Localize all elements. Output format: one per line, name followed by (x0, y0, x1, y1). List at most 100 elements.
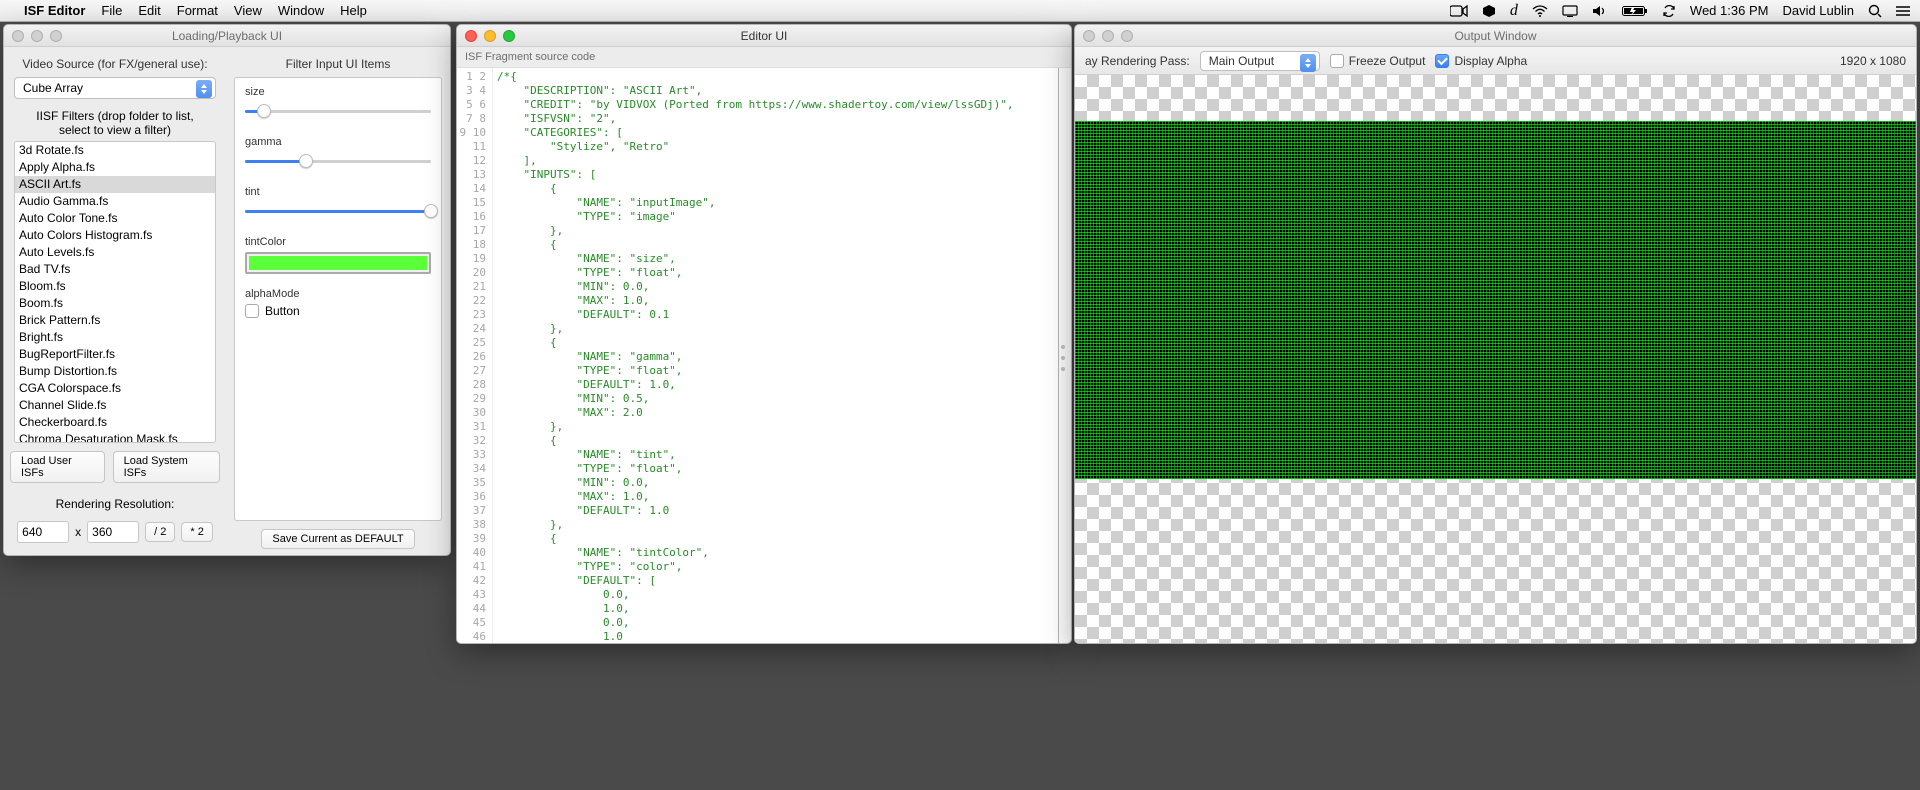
titlebar[interactable]: Output Window (1075, 25, 1916, 47)
filters-caption-1: IISF Filters (drop folder to list, (10, 109, 220, 123)
d-icon[interactable]: d (1510, 2, 1518, 20)
zoom-icon[interactable] (1121, 30, 1133, 42)
filter-list-item[interactable]: Bloom.fs (15, 278, 215, 295)
sync-icon[interactable] (1662, 4, 1676, 18)
filter-list-item[interactable]: Auto Levels.fs (15, 244, 215, 261)
filter-list-item[interactable]: Bump Distortion.fs (15, 363, 215, 380)
filter-list-item[interactable]: CGA Colorspace.fs (15, 380, 215, 397)
param-size-slider[interactable] (245, 102, 431, 122)
res-double-button[interactable]: * 2 (181, 522, 212, 542)
minimize-icon[interactable] (1102, 30, 1114, 42)
param-tintcolor-well[interactable] (245, 252, 431, 274)
video-source-select[interactable]: Cube Array (14, 77, 216, 99)
titlebar[interactable]: Loading/Playback UI (4, 25, 450, 47)
display-alpha-checkbox[interactable] (1435, 54, 1449, 68)
color-swatch (249, 256, 427, 270)
filter-list-item[interactable]: Channel Slide.fs (15, 397, 215, 414)
app-name[interactable]: ISF Editor (24, 3, 85, 18)
filter-list-item[interactable]: ASCII Art.fs (15, 176, 215, 193)
zoom-icon[interactable] (503, 30, 515, 42)
filters-caption: IISF Filters (drop folder to list, selec… (10, 109, 220, 137)
filter-list-item[interactable]: Brick Pattern.fs (15, 312, 215, 329)
filter-list[interactable]: 3d Rotate.fsApply Alpha.fsASCII Art.fsAu… (14, 141, 216, 443)
wifi-icon[interactable] (1532, 5, 1548, 17)
menubar: ISF Editor File Edit Format View Window … (0, 0, 1920, 22)
menu-window[interactable]: Window (278, 3, 324, 18)
menu-edit[interactable]: Edit (138, 3, 160, 18)
output-window: Output Window ay Rendering Pass: Main Ou… (1074, 24, 1917, 644)
loading-playback-window: Loading/Playback UI Video Source (for FX… (3, 24, 451, 556)
load-user-isfs-button[interactable]: Load User ISFs (10, 451, 105, 483)
filter-list-item[interactable]: BugReportFilter.fs (15, 346, 215, 363)
filter-list-item[interactable]: 3d Rotate.fs (15, 142, 215, 159)
volume-icon[interactable] (1592, 5, 1608, 17)
window-title: Loading/Playback UI (4, 29, 450, 43)
output-view (1075, 75, 1916, 643)
display-icon[interactable] (1562, 5, 1578, 17)
param-gamma-slider[interactable] (245, 152, 431, 172)
output-dimensions: 1920 x 1080 (1840, 54, 1906, 68)
window-title: Output Window (1075, 29, 1916, 43)
param-alphamode-checkbox[interactable] (245, 304, 259, 318)
param-alphamode-button-label: Button (265, 304, 300, 318)
filter-list-item[interactable]: Bright.fs (15, 329, 215, 346)
clock[interactable]: Wed 1:36 PM (1690, 3, 1769, 18)
close-icon[interactable] (465, 30, 477, 42)
res-height-input[interactable] (87, 521, 139, 543)
res-x: x (75, 525, 81, 539)
rendering-pass-select[interactable]: Main Output (1200, 51, 1320, 71)
close-icon[interactable] (12, 30, 24, 42)
filter-list-item[interactable]: Checkerboard.fs (15, 414, 215, 431)
titlebar[interactable]: Editor UI (457, 25, 1071, 47)
load-system-isfs-button[interactable]: Load System ISFs (113, 451, 220, 483)
res-width-input[interactable] (17, 521, 69, 543)
spotlight-icon[interactable] (1868, 4, 1882, 18)
output-toolbar: ay Rendering Pass: Main Output Freeze Ou… (1075, 47, 1916, 75)
param-size-label: size (245, 86, 431, 98)
user-name[interactable]: David Lublin (1782, 3, 1854, 18)
param-tintcolor-label: tintColor (245, 236, 431, 248)
rendering-pass-label: ay Rendering Pass: (1085, 54, 1190, 68)
filter-ui-items-label: Filter Input UI Items (234, 57, 442, 71)
filter-list-item[interactable]: Chroma Desaturation Mask.fs (15, 431, 215, 443)
source-code-label: ISF Fragment source code (457, 47, 1071, 68)
window-title: Editor UI (457, 29, 1071, 43)
menu-extra-icon[interactable] (1896, 5, 1910, 17)
menu-format[interactable]: Format (177, 3, 218, 18)
menu-file[interactable]: File (101, 3, 122, 18)
param-tint-slider[interactable] (245, 202, 431, 222)
battery-icon[interactable] (1622, 5, 1648, 17)
param-gamma-label: gamma (245, 136, 431, 148)
render-area (1075, 121, 1916, 479)
line-number-gutter: 1 2 3 4 5 6 7 8 9 10 11 12 13 14 15 16 1… (457, 68, 493, 643)
hexagon-icon[interactable] (1482, 4, 1496, 18)
filter-list-item[interactable]: Bad TV.fs (15, 261, 215, 278)
save-default-button[interactable]: Save Current as DEFAULT (261, 529, 414, 549)
param-alphamode-label: alphaMode (245, 288, 431, 300)
res-half-button[interactable]: / 2 (145, 522, 175, 542)
menu-help[interactable]: Help (340, 3, 367, 18)
code-editor[interactable]: /*{ "DESCRIPTION": "ASCII Art", "CREDIT"… (493, 68, 1059, 643)
menu-view[interactable]: View (234, 3, 262, 18)
editor-window: Editor UI ISF Fragment source code 1 2 3… (456, 24, 1072, 644)
minimize-icon[interactable] (484, 30, 496, 42)
resize-grip[interactable] (1061, 345, 1067, 371)
updown-icon (1300, 54, 1316, 72)
facetime-icon[interactable] (1450, 5, 1468, 17)
param-tint-label: tint (245, 186, 431, 198)
filters-caption-2: select to view a filter) (10, 123, 220, 137)
filter-list-item[interactable]: Boom.fs (15, 295, 215, 312)
ascii-preview (1075, 121, 1916, 479)
filter-list-item[interactable]: Auto Colors Histogram.fs (15, 227, 215, 244)
freeze-output-label: Freeze Output (1349, 54, 1426, 68)
video-source-value: Cube Array (23, 81, 83, 95)
freeze-output-checkbox[interactable] (1330, 54, 1344, 68)
close-icon[interactable] (1083, 30, 1095, 42)
zoom-icon[interactable] (50, 30, 62, 42)
filter-list-item[interactable]: Apply Alpha.fs (15, 159, 215, 176)
filter-list-item[interactable]: Auto Color Tone.fs (15, 210, 215, 227)
display-alpha-label: Display Alpha (1454, 54, 1527, 68)
rendering-pass-value: Main Output (1209, 54, 1274, 68)
filter-list-item[interactable]: Audio Gamma.fs (15, 193, 215, 210)
minimize-icon[interactable] (31, 30, 43, 42)
